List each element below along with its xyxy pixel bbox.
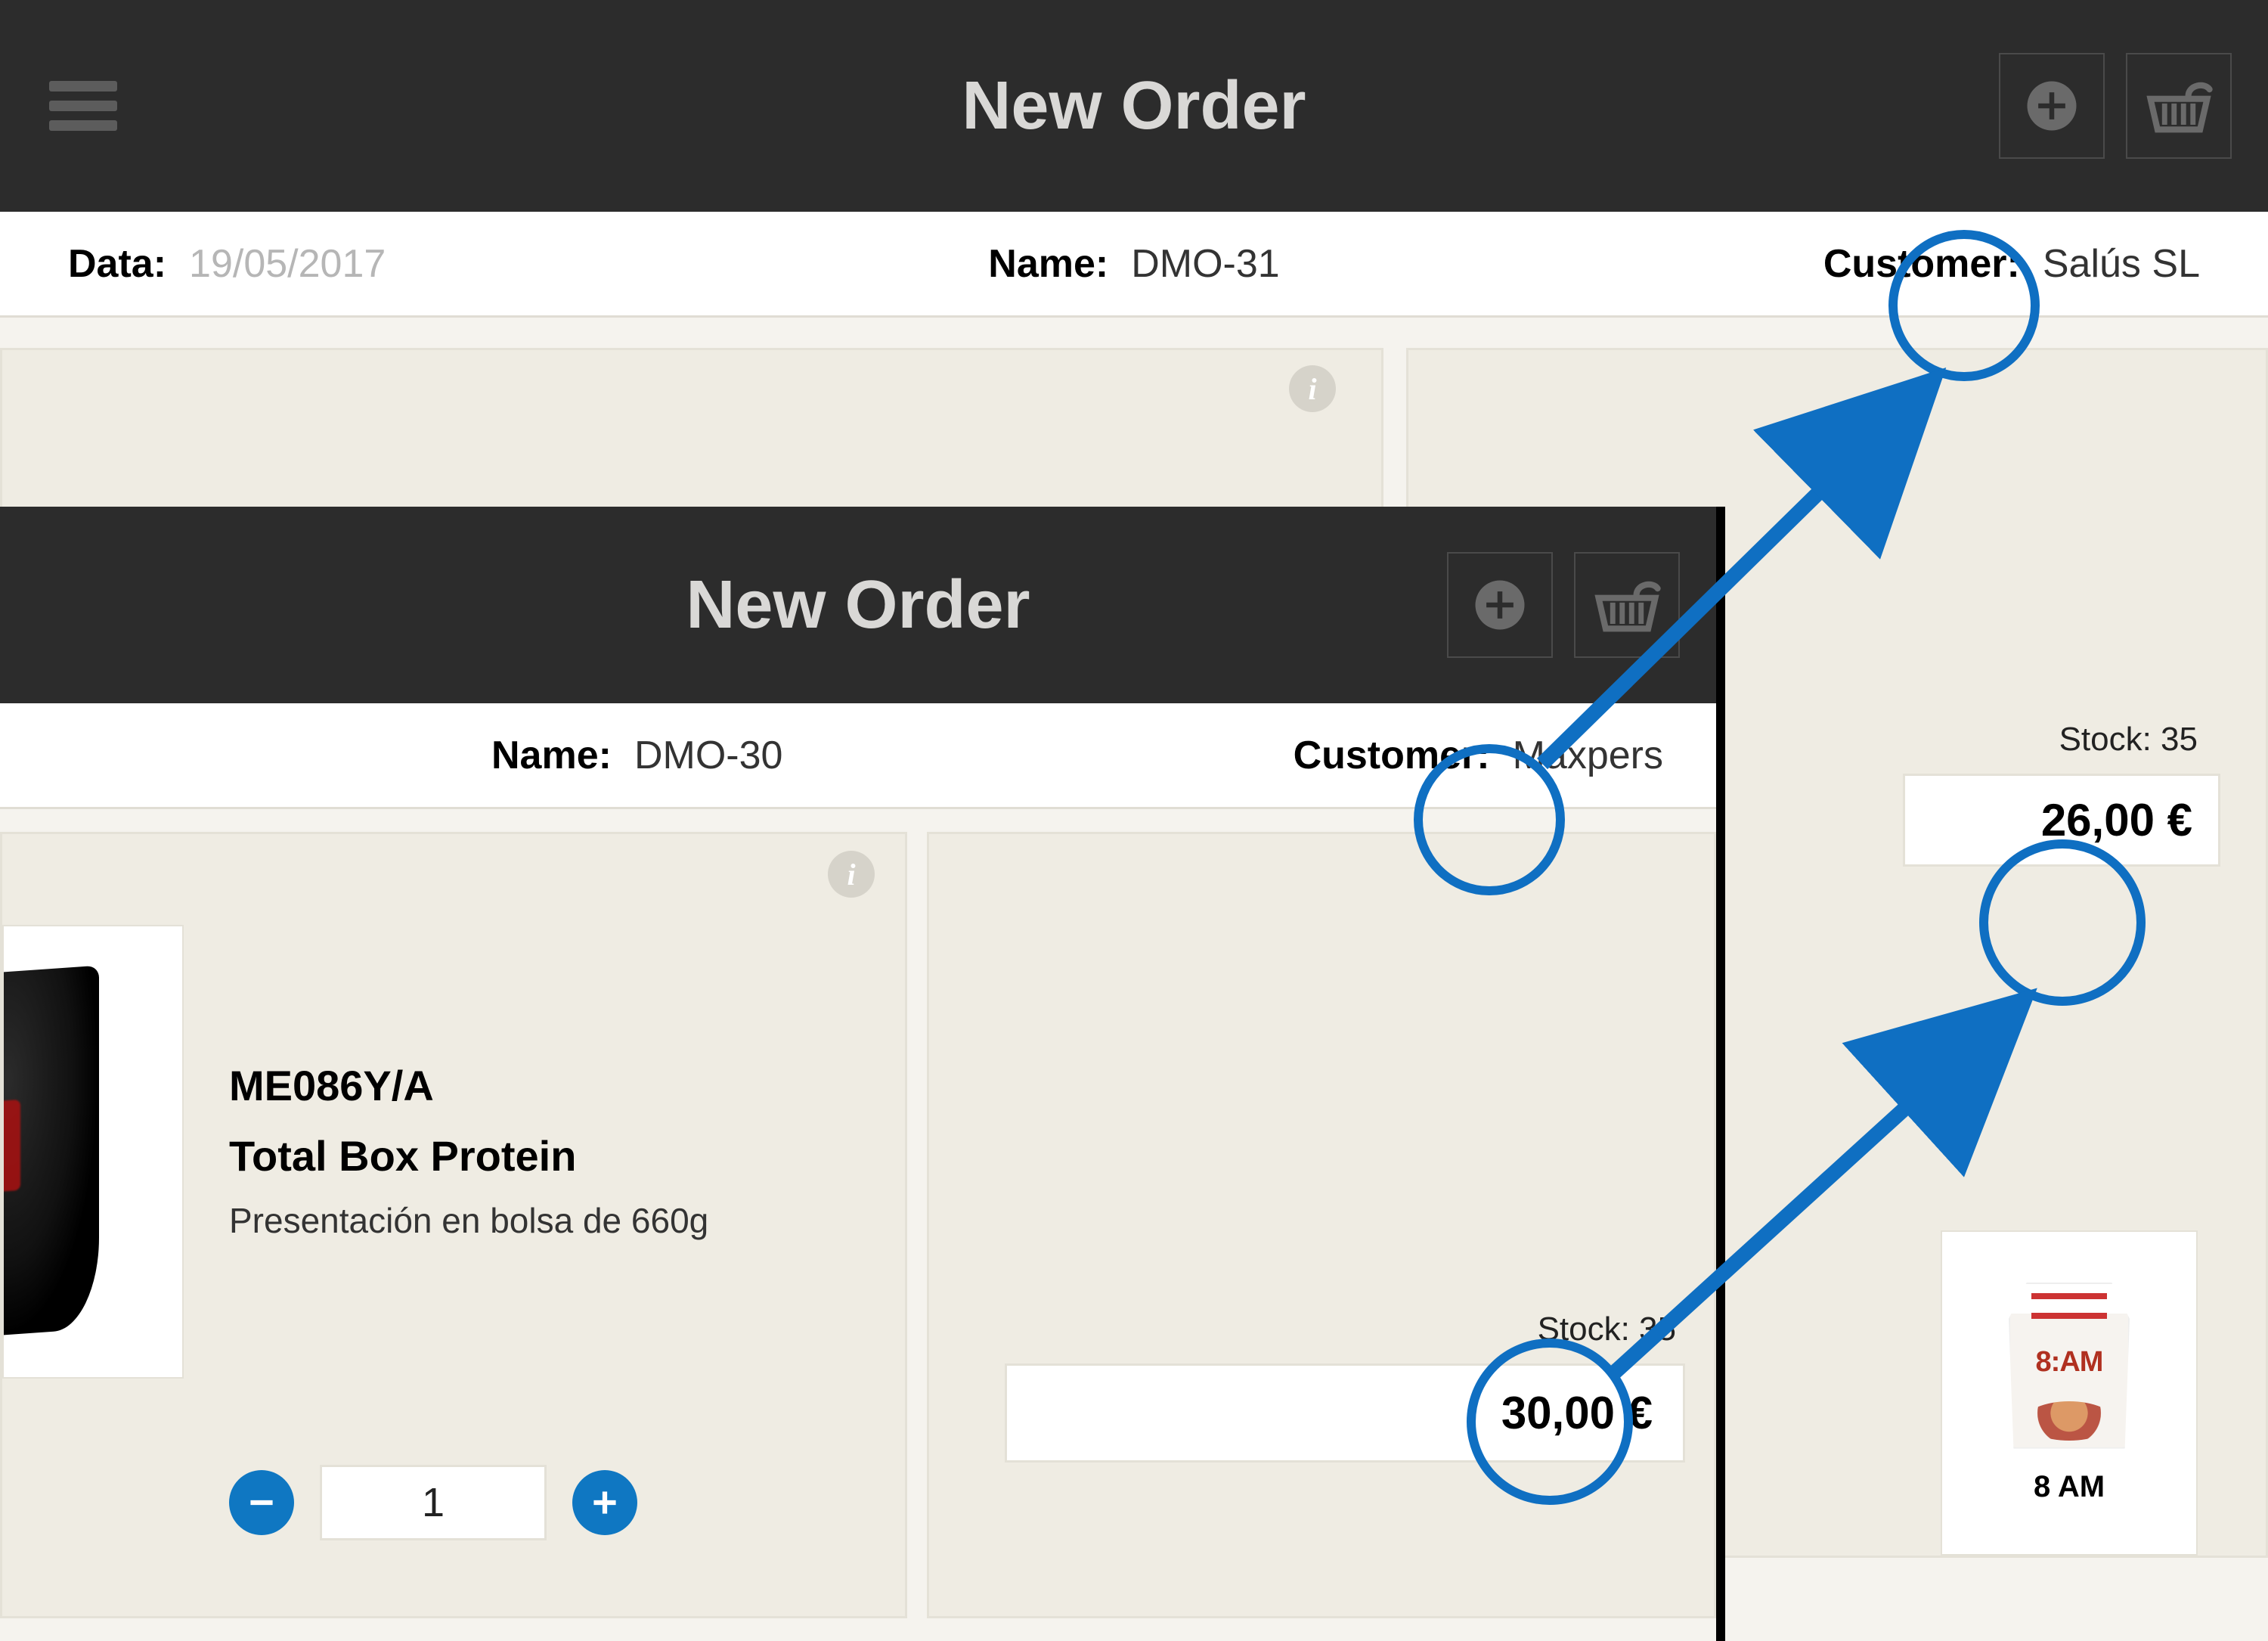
- info-i-glyph: i: [847, 857, 855, 892]
- stock-label-front: Stock: 35: [1538, 1311, 1676, 1348]
- basket-icon: [1589, 567, 1665, 643]
- price-front: 30,00 €: [1005, 1363, 1685, 1463]
- page-title-back: New Order: [0, 67, 2268, 145]
- qty-decrement-button[interactable]: [229, 1470, 294, 1535]
- minus-icon: [243, 1484, 280, 1522]
- info-customer-front: Customer: Maxpers: [1294, 733, 1663, 778]
- info-icon[interactable]: i: [1289, 365, 1336, 412]
- product-thumb-8am[interactable]: 8:AM 8 AM: [1941, 1230, 2198, 1556]
- hamburger-icon: [49, 101, 117, 111]
- info-customer-label: Customer:: [1823, 241, 2020, 287]
- info-customer-label-front: Customer:: [1294, 733, 1490, 778]
- info-customer-value-front: Maxpers: [1513, 733, 1663, 778]
- info-name-back: Name: DMO-31: [988, 241, 1279, 287]
- info-data-value: 19/05/2017: [189, 241, 386, 287]
- product-sku: ME086Y/A: [229, 1061, 875, 1110]
- order-info-bar-front: Name: DMO-30 Customer: Maxpers: [0, 703, 1716, 809]
- product-description: Presentación en bolsa de 660g: [229, 1200, 875, 1241]
- menu-button[interactable]: [42, 64, 125, 147]
- info-name-value: DMO-31: [1131, 241, 1279, 287]
- info-data-label: Data:: [68, 241, 166, 287]
- product-image: [2, 925, 184, 1379]
- quantity-stepper: [229, 1465, 637, 1540]
- price-back: 26,00 €: [1903, 774, 2220, 867]
- product-card-front-right[interactable]: Stock: 35 30,00 €: [927, 832, 1716, 1618]
- info-customer-value: Salús SL: [2043, 241, 2200, 287]
- topbar-front: New Order: [0, 507, 1716, 703]
- info-customer-back: Customer: Salús SL: [1823, 241, 2200, 287]
- cart-button-front[interactable]: [1574, 552, 1680, 658]
- product-name: Total Box Protein: [229, 1131, 875, 1180]
- info-name-label-front: Name:: [491, 733, 612, 778]
- info-i-glyph: i: [1308, 371, 1316, 407]
- info-name-front: Name: DMO-30: [491, 733, 782, 778]
- topbar-actions-back: [1999, 53, 2232, 159]
- product-name-8am: 8 AM: [2034, 1470, 2105, 1504]
- order-info-bar-back: Data: 19/05/2017 Name: DMO-31 Customer: …: [0, 212, 2268, 318]
- product-area-front: i ME086Y/A Total Box Protein Presentació…: [0, 809, 1716, 1641]
- product-card-front[interactable]: i ME086Y/A Total Box Protein Presentació…: [0, 832, 907, 1618]
- qty-increment-button[interactable]: [572, 1470, 637, 1535]
- topbar-back: New Order: [0, 0, 2268, 212]
- plus-circle-icon: [2022, 76, 2081, 135]
- plus-icon: [586, 1484, 624, 1522]
- add-button-front[interactable]: [1447, 552, 1553, 658]
- qty-input[interactable]: [320, 1465, 547, 1540]
- add-button-back[interactable]: [1999, 53, 2105, 159]
- stock-label-back: Stock: 35: [2059, 721, 2198, 758]
- topbar-actions-front: [1447, 552, 1680, 658]
- basket-icon: [2141, 68, 2217, 144]
- info-data: Data: 19/05/2017: [68, 241, 386, 287]
- cart-button-back[interactable]: [2126, 53, 2232, 159]
- product-logo-8am: 8:AM: [2010, 1346, 2128, 1379]
- plus-circle-icon: [1470, 575, 1529, 634]
- product-image-8am: 8:AM: [2009, 1283, 2130, 1449]
- product-meta: ME086Y/A Total Box Protein Presentación …: [229, 1061, 875, 1241]
- info-name-value-front: DMO-30: [634, 733, 782, 778]
- order-screen-front: New Order Name: DMO-30 Customer: Maxpers: [0, 507, 1716, 1641]
- info-name-label: Name:: [988, 241, 1108, 287]
- info-icon[interactable]: i: [828, 851, 875, 898]
